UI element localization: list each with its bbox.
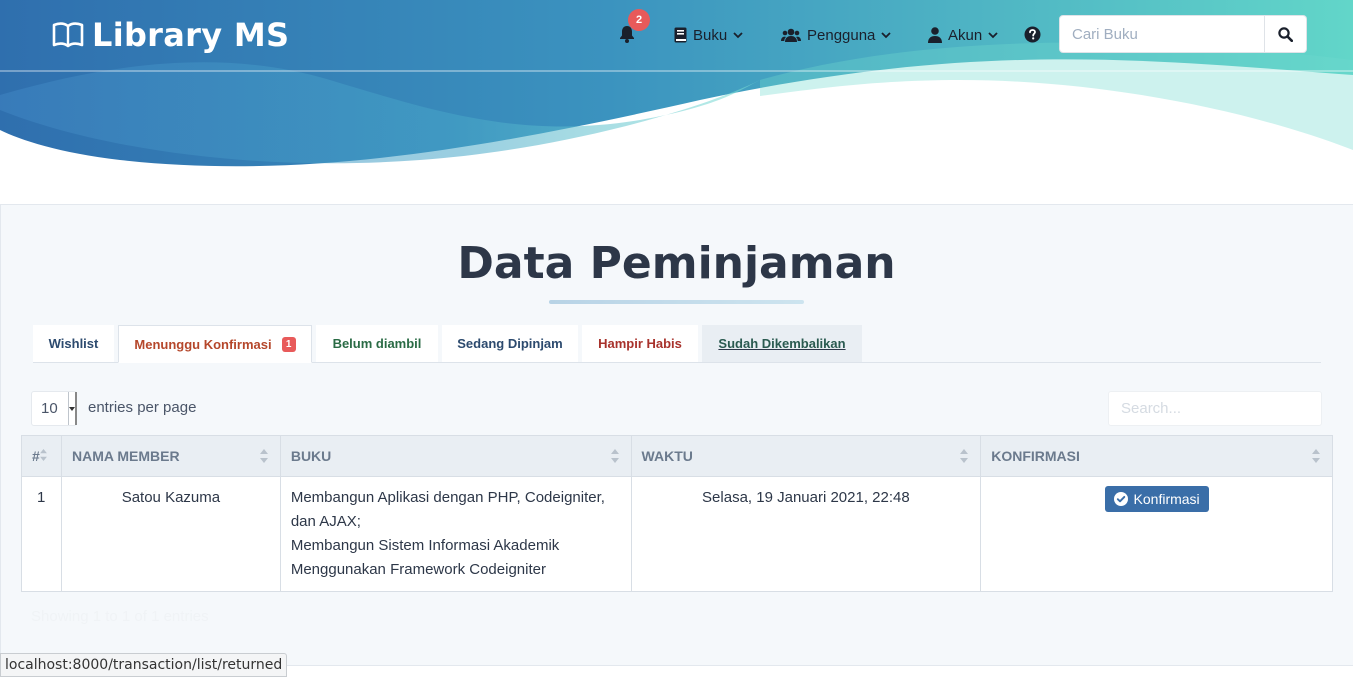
check-circle-icon xyxy=(1113,492,1128,506)
entries-per-page-select[interactable]: 10 xyxy=(31,391,77,426)
tab-wishlist[interactable]: Wishlist xyxy=(33,325,114,362)
row-confirmation-cell: Konfirmasi xyxy=(980,476,1333,592)
brand-logo[interactable]: Library MS xyxy=(52,16,289,54)
column-header-member[interactable]: NAMA MEMBER xyxy=(60,435,281,477)
confirm-button[interactable]: Konfirmasi xyxy=(1104,486,1209,512)
tab-sudah-dikembalikan-label: Sudah Dikembalikan xyxy=(718,336,846,351)
nav-akun-label: Akun xyxy=(948,26,983,44)
table-row: 1 Satou Kazuma Membangun Aplikasi dengan… xyxy=(21,476,1333,592)
notification-badge: 2 xyxy=(628,9,650,31)
row-member-name: Satou Kazuma xyxy=(60,476,281,592)
book-icon xyxy=(674,27,687,43)
sort-icon xyxy=(259,449,268,463)
entries-value: 10 xyxy=(41,400,58,417)
row-books: Membangun Aplikasi dengan PHP, Codeignit… xyxy=(279,476,632,592)
loans-table: # NAMA MEMBER BUKU WAKTU KONFIRMASI 1 Sa… xyxy=(21,435,1333,592)
tab-hampir-habis[interactable]: Hampir Habis xyxy=(582,325,698,362)
table-header-row: # NAMA MEMBER BUKU WAKTU KONFIRMASI xyxy=(21,435,1333,477)
help-icon[interactable] xyxy=(1024,26,1041,43)
column-header-book[interactable]: BUKU xyxy=(279,435,632,477)
nav-pengguna-dropdown[interactable]: Pengguna xyxy=(781,24,892,46)
book-search-input[interactable]: Cari Buku xyxy=(1059,15,1265,53)
chevron-down-icon xyxy=(733,31,743,38)
nav-buku-label: Buku xyxy=(693,26,728,44)
tab-menunggu-konfirmasi[interactable]: Menunggu Konfirmasi 1 xyxy=(118,325,312,363)
navbar-divider xyxy=(0,70,1353,72)
title-underline xyxy=(549,300,804,304)
table-search-input[interactable]: Search... xyxy=(1108,391,1322,426)
entries-label: entries per page xyxy=(88,399,197,416)
nav-buku-dropdown[interactable]: Buku xyxy=(674,24,743,46)
search-button[interactable] xyxy=(1265,15,1307,53)
tab-count-badge: 1 xyxy=(281,336,296,352)
tab-hampir-habis-label: Hampir Habis xyxy=(598,336,682,351)
column-header-confirmation[interactable]: KONFIRMASI xyxy=(980,435,1333,477)
tab-belum-diambil-label: Belum diambil xyxy=(332,336,422,351)
sort-icon xyxy=(960,449,969,463)
nav-pengguna-label: Pengguna xyxy=(807,26,876,44)
column-header-time[interactable]: WAKTU xyxy=(630,435,982,477)
book-open-icon xyxy=(52,22,84,48)
row-book-title: Membangun Aplikasi dengan PHP, Codeignit… xyxy=(290,489,605,530)
chevron-down-icon xyxy=(881,31,892,38)
sort-icon xyxy=(610,449,619,463)
row-number: 1 xyxy=(21,476,62,592)
row-time: Selasa, 19 Januari 2021, 22:48 xyxy=(630,476,982,592)
users-icon xyxy=(781,28,801,42)
tab-menunggu-konfirmasi-label: Menunggu Konfirmasi xyxy=(134,336,272,352)
confirm-button-label: Konfirmasi xyxy=(1133,491,1200,507)
tab-sudah-dikembalikan[interactable]: Sudah Dikembalikan xyxy=(702,325,862,362)
column-header-number[interactable]: # xyxy=(21,435,62,477)
page-title: Data Peminjaman xyxy=(457,238,896,289)
table-info-text: Showing 1 to 1 of 1 entries xyxy=(31,608,209,625)
tab-belum-diambil[interactable]: Belum diambil xyxy=(316,325,438,362)
row-book-title: Membangun Sistem Informasi Akademik Meng… xyxy=(290,537,560,578)
chevron-down-icon xyxy=(988,31,998,38)
search-icon xyxy=(1278,26,1293,42)
tab-sedang-dipinjam-label: Sedang Dipinjam xyxy=(457,336,563,351)
dropdown-caret-icon xyxy=(68,392,77,425)
brand-name: Library MS xyxy=(92,16,290,54)
sort-icon xyxy=(40,449,47,461)
tab-sedang-dipinjam[interactable]: Sedang Dipinjam xyxy=(442,325,578,362)
tab-wishlist-label: Wishlist xyxy=(48,336,99,351)
navbar: Library MS 2 Buku Pengguna Akun Cari Buk… xyxy=(0,0,1353,70)
user-icon xyxy=(928,27,942,43)
sort-icon xyxy=(1312,449,1320,463)
browser-status-bar: localhost:8000/transaction/list/returned xyxy=(0,653,288,677)
nav-akun-dropdown[interactable]: Akun xyxy=(928,24,998,46)
